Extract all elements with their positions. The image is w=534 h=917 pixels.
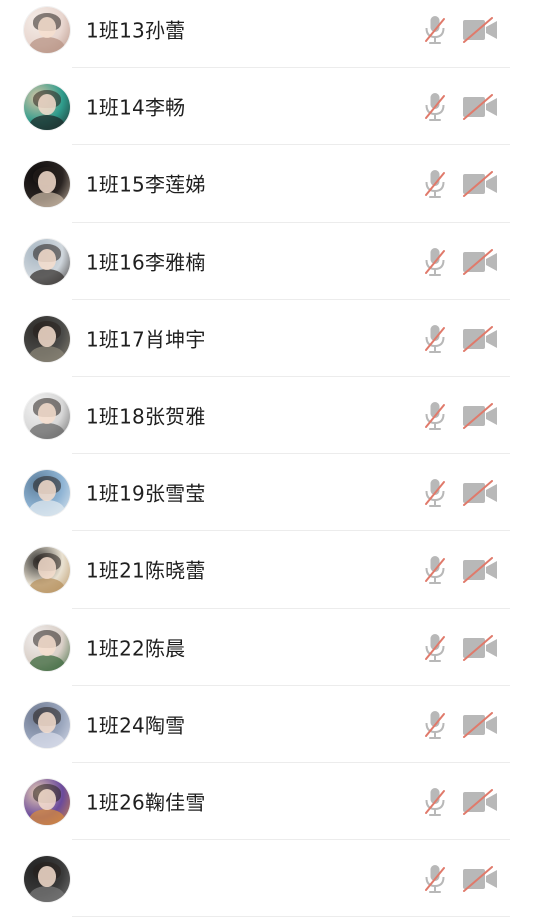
avatar[interactable] — [24, 161, 70, 208]
mic-muted-icon[interactable] — [423, 323, 447, 355]
participant-row[interactable]: 1班17肖坤宇 — [0, 299, 534, 377]
mic-muted-icon[interactable] — [423, 91, 447, 123]
camera-off-icon[interactable] — [462, 711, 498, 738]
avatar[interactable] — [24, 856, 70, 903]
mic-muted-icon[interactable] — [423, 632, 447, 664]
participant-row[interactable]: 1班21陈晓蕾 — [0, 531, 534, 609]
avatar[interactable] — [24, 84, 70, 131]
participant-name: 1班24陶雪 — [86, 713, 186, 738]
camera-off-icon[interactable] — [462, 325, 498, 352]
participant-row[interactable]: 1班18张贺雅 — [0, 376, 534, 455]
participant-row[interactable]: 1班14李畅 — [0, 68, 534, 146]
camera-off-icon[interactable] — [462, 788, 498, 815]
camera-off-icon[interactable] — [462, 94, 498, 121]
camera-off-icon[interactable] — [462, 171, 498, 198]
avatar[interactable] — [24, 547, 70, 594]
camera-off-icon[interactable] — [462, 402, 498, 429]
camera-off-icon[interactable] — [462, 634, 498, 661]
participant-row[interactable]: 1班22陈晨 — [0, 608, 534, 686]
avatar[interactable] — [24, 470, 70, 517]
mic-muted-icon[interactable] — [423, 246, 447, 278]
camera-off-icon[interactable] — [462, 17, 498, 43]
mic-muted-icon[interactable] — [423, 709, 447, 741]
avatar[interactable] — [24, 7, 70, 53]
participant-row[interactable]: 1班15李莲娣 — [0, 145, 534, 223]
participant-row[interactable]: 1班26鞠佳雪 — [0, 762, 534, 841]
participant-name: 1班16李雅楠 — [86, 250, 206, 275]
mic-muted-icon[interactable] — [423, 168, 447, 200]
camera-off-icon[interactable] — [462, 248, 498, 275]
participant-name: 1班21陈晓蕾 — [86, 558, 206, 583]
avatar[interactable] — [24, 315, 70, 362]
participant-name: 1班13孙蕾 — [86, 18, 186, 43]
participant-name: 1班14李畅 — [86, 95, 186, 120]
participant-name: 1班19张雪莹 — [86, 481, 206, 506]
avatar[interactable] — [24, 238, 70, 285]
participant-name: 1班26鞠佳雪 — [86, 790, 206, 815]
avatar[interactable] — [24, 392, 70, 439]
participant-name: 1班15李莲娣 — [86, 172, 206, 197]
avatar[interactable] — [24, 778, 70, 825]
participant-list: 1班13孙蕾 1班14李畅 1班15李莲娣 1班16李雅楠 1班17肖坤宇 1班18张贺雅… — [0, 0, 534, 917]
avatar[interactable] — [24, 624, 70, 671]
participant-name: 1班18张贺雅 — [86, 404, 206, 429]
participant-name: 1班22陈晨 — [86, 636, 186, 660]
participant-row[interactable]: 1班19张雪莹 — [0, 454, 534, 532]
mic-muted-icon[interactable] — [423, 400, 447, 432]
participant-row[interactable]: 1班24陶雪 — [0, 685, 534, 763]
mic-muted-icon[interactable] — [423, 786, 447, 818]
camera-off-icon[interactable] — [462, 480, 498, 507]
participant-row[interactable]: 1班13孙蕾 — [0, 0, 534, 69]
participant-row[interactable] — [0, 840, 534, 917]
mic-muted-icon[interactable] — [423, 477, 447, 509]
camera-off-icon[interactable] — [462, 866, 498, 893]
mic-muted-icon[interactable] — [423, 863, 447, 895]
camera-off-icon[interactable] — [462, 557, 498, 584]
participant-name: 1班17肖坤宇 — [86, 327, 206, 352]
avatar[interactable] — [24, 701, 70, 748]
mic-muted-icon[interactable] — [423, 554, 447, 586]
mic-muted-icon[interactable] — [423, 14, 447, 46]
participant-row[interactable]: 1班16李雅楠 — [0, 222, 534, 300]
